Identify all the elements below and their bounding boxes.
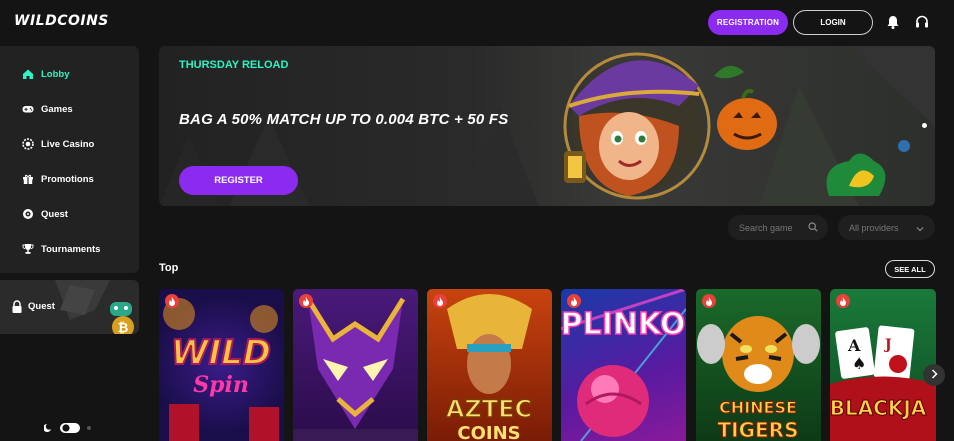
providers-select[interactable]: All providers bbox=[838, 215, 935, 240]
quest-card-label: Quest bbox=[28, 301, 55, 312]
lock-icon bbox=[11, 300, 23, 319]
sidebar-item-label: Tournaments bbox=[41, 243, 101, 255]
search-placeholder: Search game bbox=[739, 222, 793, 233]
chip-icon bbox=[22, 138, 34, 150]
moon-icon bbox=[43, 424, 51, 432]
fire-icon bbox=[299, 294, 313, 308]
svg-text:AZTEC: AZTEC bbox=[446, 395, 532, 423]
game-art: AZTEC COINS bbox=[445, 294, 533, 441]
theme-toggle[interactable] bbox=[43, 421, 94, 433]
section-title: Top bbox=[159, 262, 179, 274]
chevron-down-icon bbox=[916, 224, 924, 234]
fire-icon bbox=[702, 294, 716, 308]
providers-label: All providers bbox=[849, 222, 899, 233]
fire-icon bbox=[433, 294, 447, 308]
sidebar-item-games[interactable]: Games bbox=[0, 94, 139, 124]
game-card-chinese-tigers[interactable]: CHINESE TIGERS bbox=[696, 289, 821, 441]
see-all-button[interactable]: SEE ALL bbox=[885, 260, 935, 278]
banner-register-button[interactable]: REGISTER bbox=[179, 166, 298, 195]
fire-icon bbox=[567, 294, 581, 308]
chevron-right-icon bbox=[931, 366, 938, 384]
sidebar-item-promotions[interactable]: Promotions bbox=[0, 164, 139, 194]
bell-icon[interactable] bbox=[885, 14, 901, 30]
svg-text:A: A bbox=[847, 336, 861, 355]
sidebar-item-label: Games bbox=[41, 103, 73, 115]
headset-icon[interactable] bbox=[914, 14, 930, 30]
fire-icon bbox=[836, 294, 850, 308]
carousel-dot[interactable] bbox=[922, 123, 927, 128]
sun-icon bbox=[87, 426, 91, 430]
game-art: PLINKO bbox=[561, 289, 686, 441]
svg-text:♠: ♠ bbox=[852, 354, 866, 373]
logo-coins: COINS bbox=[57, 13, 109, 29]
game-card-plinko[interactable]: PLINKO bbox=[561, 289, 686, 441]
quest-card[interactable]: ₿ Quest bbox=[0, 280, 139, 334]
svg-text:TIGERS: TIGERS bbox=[718, 418, 799, 441]
svg-text:Spin: Spin bbox=[193, 372, 249, 398]
logo-wild: WILD bbox=[14, 13, 58, 29]
game-art: CHINESE TIGERS bbox=[697, 316, 820, 441]
sidebar-item-label: Lobby bbox=[41, 68, 70, 80]
svg-text:J: J bbox=[883, 337, 892, 353]
game-art: A ♠ J BLACKJA bbox=[830, 325, 936, 441]
sidebar-item-live-casino[interactable]: Live Casino bbox=[0, 129, 139, 159]
game-card-blackjack[interactable]: A ♠ J BLACKJA bbox=[830, 289, 936, 441]
banner-title: THURSDAY RELOAD bbox=[179, 59, 289, 71]
gift-icon bbox=[22, 173, 34, 185]
svg-text:BLACKJA: BLACKJA bbox=[830, 396, 927, 420]
gamepad-icon bbox=[22, 103, 34, 115]
sidebar: Lobby Games Live Casino Promotions Quest… bbox=[0, 46, 139, 441]
fire-icon bbox=[165, 294, 179, 308]
game-art bbox=[293, 297, 418, 441]
banner-headline: BAG A 50% MATCH UP TO 0.004 BTC + 50 FS bbox=[179, 111, 509, 128]
logo[interactable]: WILDCOINS bbox=[14, 13, 109, 29]
svg-text:₿: ₿ bbox=[118, 321, 129, 334]
header: WILDCOINS REGISTRATION LOGIN bbox=[0, 0, 954, 44]
sidebar-item-tournaments[interactable]: Tournaments bbox=[0, 234, 139, 264]
svg-text:COINS: COINS bbox=[457, 423, 520, 441]
home-icon bbox=[22, 68, 34, 80]
game-card-anubis[interactable] bbox=[293, 289, 418, 441]
game-art: WILD Spin bbox=[163, 298, 279, 441]
sidebar-item-lobby[interactable]: Lobby bbox=[0, 59, 139, 89]
sidebar-item-label: Promotions bbox=[41, 173, 94, 185]
registration-button[interactable]: REGISTRATION bbox=[708, 10, 788, 35]
game-card-wild-spin[interactable]: WILD Spin bbox=[159, 289, 284, 441]
quest-icon bbox=[22, 208, 34, 220]
svg-text:PLINKO: PLINKO bbox=[561, 307, 685, 342]
sidebar-item-label: Quest bbox=[41, 208, 68, 220]
trophy-icon bbox=[22, 243, 34, 255]
sidebar-item-label: Live Casino bbox=[41, 138, 95, 150]
svg-text:WILD: WILD bbox=[171, 333, 271, 373]
search-icon bbox=[808, 222, 818, 234]
sidebar-item-quest[interactable]: Quest bbox=[0, 199, 139, 229]
sidebar-menu: Lobby Games Live Casino Promotions Quest… bbox=[0, 46, 139, 273]
search-input[interactable]: Search game bbox=[728, 215, 828, 240]
carousel-next-button[interactable] bbox=[923, 364, 945, 386]
svg-text:CHINESE: CHINESE bbox=[719, 398, 797, 417]
promo-banner[interactable]: THURSDAY RELOAD BAG A 50% MATCH UP TO 0.… bbox=[159, 46, 935, 206]
login-button[interactable]: LOGIN bbox=[793, 10, 873, 35]
game-card-aztec-coins[interactable]: AZTEC COINS bbox=[427, 289, 552, 441]
